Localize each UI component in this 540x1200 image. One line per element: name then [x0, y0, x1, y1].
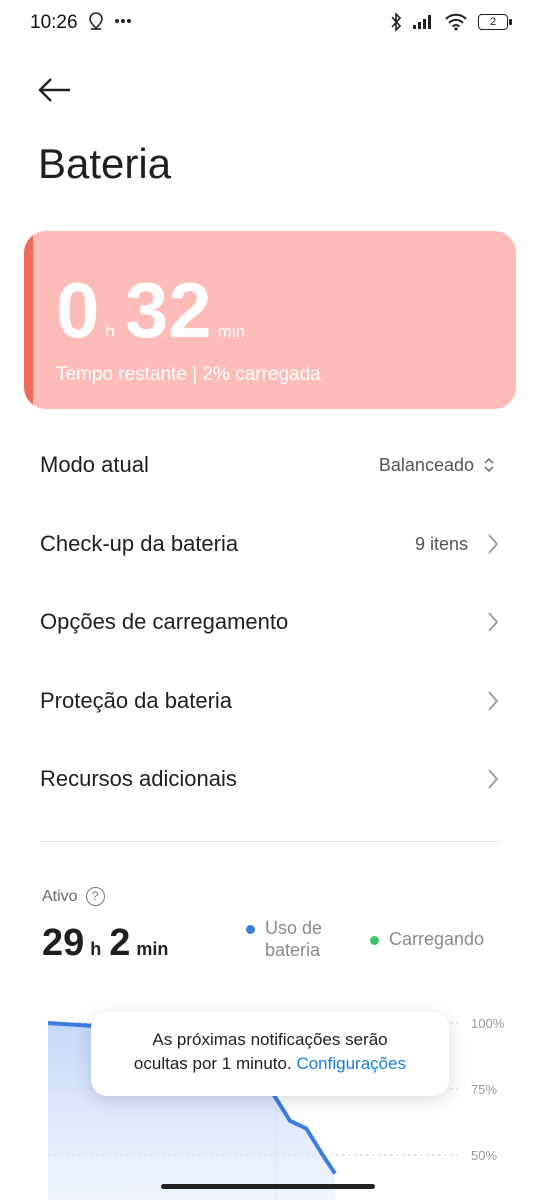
back-button[interactable]	[36, 72, 76, 112]
status-left-icons	[88, 12, 132, 30]
menu-item-value: 9 itens	[414, 533, 468, 554]
battery-icon: 2	[478, 14, 512, 30]
toast-settings-link[interactable]: Configurações	[296, 1054, 406, 1073]
status-right-icons: 2	[390, 12, 512, 32]
toast-line2-text: ocultas por 1 minuto.	[133, 1054, 292, 1073]
menu-item-label: Recursos adicionais	[40, 766, 237, 791]
remaining-minutes: 32	[124, 266, 212, 354]
page-title: Bateria	[38, 140, 172, 187]
remaining-time: 0 h 32 min	[56, 271, 255, 349]
remaining-hours: 0	[56, 266, 100, 354]
menu-item-label: Opções de carregamento	[40, 609, 289, 634]
legend-label: Uso de bateria	[265, 917, 322, 961]
menu-item-value: Balanceado	[378, 455, 474, 475]
menu-item-current-mode[interactable]: Modo atual Balanceado	[0, 428, 540, 507]
menu-item-battery-protection[interactable]: Proteção da bateria	[0, 664, 540, 743]
status-bar: 10:26 2	[0, 0, 540, 50]
wifi-icon	[445, 13, 467, 31]
chevron-right-icon	[488, 690, 499, 711]
active-time: 29 h 2 min	[42, 922, 176, 965]
menu-item-battery-checkup[interactable]: Check-up da bateria 9 itens	[0, 507, 540, 586]
section-divider	[40, 841, 500, 842]
legend-dot-charging	[370, 936, 379, 945]
menu-item-label: Proteção da bateria	[40, 687, 233, 713]
battery-settings-menu: Modo atual Balanceado Check-up da bateri…	[0, 428, 540, 821]
toast-line2: ocultas por 1 minuto. Configurações	[134, 1054, 406, 1073]
legend-battery-usage: Uso de bateria	[246, 917, 322, 961]
up-down-icon	[484, 457, 494, 473]
legend-label-line2: bateria	[265, 940, 321, 960]
legend-label-line1: Uso de	[265, 918, 323, 938]
active-hours: 29	[42, 922, 85, 964]
arrow-left-icon	[38, 78, 70, 102]
status-time: 10:26	[30, 12, 78, 33]
minutes-unit: min	[217, 322, 246, 341]
notification-toast: As próximas notificações serão ocultas p…	[91, 1012, 449, 1096]
battery-remaining-card: 0 h 32 min Tempo restante | 2% carregada	[24, 231, 516, 409]
menu-item-label: Check-up da bateria	[40, 530, 239, 556]
bluetooth-icon	[391, 12, 402, 32]
menu-item-label: Modo atual	[40, 452, 149, 477]
home-indicator[interactable]	[161, 1184, 375, 1189]
remaining-subtitle: Tempo restante | 2% carregada	[56, 364, 321, 385]
active-label-text: Ativo	[42, 887, 78, 905]
chevron-right-icon	[488, 533, 499, 554]
active-minutes-unit: min	[136, 939, 169, 959]
legend-dot-usage	[246, 925, 255, 934]
active-minutes: 2	[109, 922, 131, 964]
toast-line1: As próximas notificações serão	[152, 1030, 388, 1049]
legend-label: Carregando	[389, 929, 485, 949]
active-label: Ativo ?	[42, 887, 105, 906]
menu-item-additional-features[interactable]: Recursos adicionais	[0, 742, 540, 821]
active-hours-unit: h	[90, 939, 102, 959]
chart-y-tick-label: 100%	[471, 1016, 505, 1031]
signal-icon	[413, 15, 431, 29]
card-accent-bar	[24, 231, 33, 409]
chart-y-tick-label: 75%	[471, 1082, 497, 1097]
location-icon	[89, 12, 103, 30]
legend-charging: Carregando	[370, 928, 484, 950]
more-dots-icon	[115, 19, 131, 23]
hours-unit: h	[105, 322, 115, 341]
help-icon[interactable]: ?	[85, 887, 105, 906]
chevron-right-icon	[488, 769, 499, 789]
chart-y-tick-label: 50%	[471, 1148, 497, 1163]
menu-item-charging-options[interactable]: Opções de carregamento	[0, 585, 540, 664]
chevron-right-icon	[488, 612, 499, 632]
